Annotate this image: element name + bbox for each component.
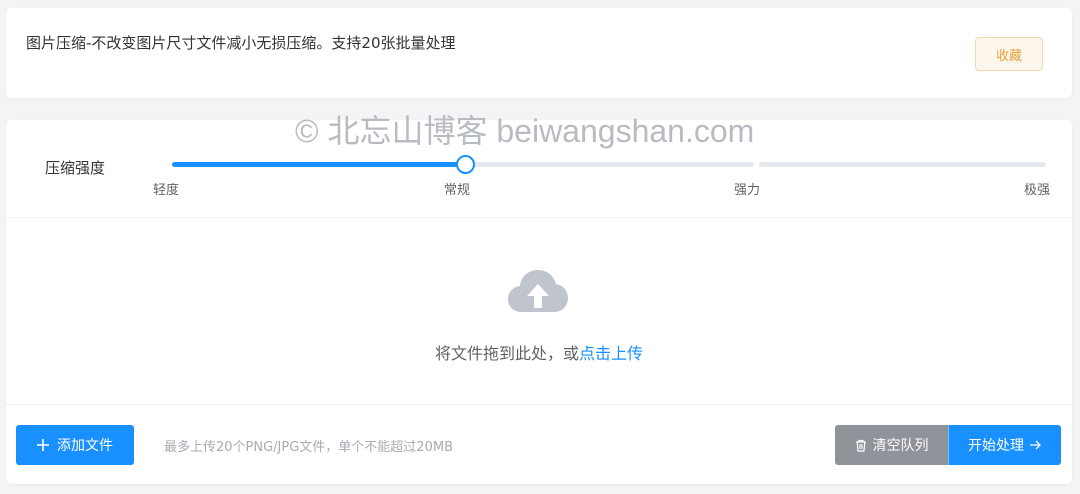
drop-prompt: 将文件拖到此处，或点击上传: [6, 340, 1072, 364]
upload-hint: 最多上传20个PNG/JPG文件，单个不能超过20MB: [164, 440, 453, 455]
upload-dropzone[interactable]: 将文件拖到此处，或点击上传: [6, 218, 1072, 404]
slider-filled-track: [172, 162, 460, 167]
divider: [6, 404, 1072, 405]
compression-slider[interactable]: [172, 154, 1046, 178]
slider-track-segment: [462, 162, 754, 167]
arrow-right-icon: [1030, 440, 1042, 450]
trash-icon: [855, 439, 867, 452]
slider-track-segment: [759, 162, 1046, 167]
level-label-extreme[interactable]: 极强: [1024, 179, 1050, 198]
add-file-label: 添加文件: [57, 438, 113, 454]
favorite-button[interactable]: 收藏: [975, 37, 1043, 71]
slider-thumb[interactable]: [456, 155, 475, 174]
level-label-normal[interactable]: 常规: [444, 179, 470, 198]
page-title: 图片压缩-不改变图片尺寸文件减小无损压缩。支持20张批量处理: [26, 34, 456, 52]
clear-queue-button[interactable]: 清空队列: [835, 425, 948, 465]
drop-prompt-text: 将文件拖到此处，或: [434, 344, 579, 363]
clear-queue-label: 清空队列: [872, 438, 929, 454]
watermark: © 北忘山博客 beiwangshan.com: [295, 113, 755, 149]
compression-strength-label: 压缩强度: [45, 159, 106, 177]
start-processing-label: 开始处理: [968, 438, 1024, 454]
cloud-upload-icon: [508, 268, 568, 316]
level-label-light[interactable]: 轻度: [153, 179, 179, 198]
add-file-button[interactable]: 添加文件: [16, 425, 134, 465]
main-card: 压缩强度 轻度 常规 强力 极强 将文件拖到此处，或点击上传 添加文件 最多上传…: [6, 120, 1072, 484]
plus-icon: [37, 439, 49, 451]
click-upload-link[interactable]: 点击上传: [579, 344, 643, 363]
level-label-strong[interactable]: 强力: [734, 179, 760, 198]
header-card: 图片压缩-不改变图片尺寸文件减小无损压缩。支持20张批量处理 收藏: [6, 8, 1072, 98]
start-processing-button[interactable]: 开始处理: [948, 425, 1061, 465]
